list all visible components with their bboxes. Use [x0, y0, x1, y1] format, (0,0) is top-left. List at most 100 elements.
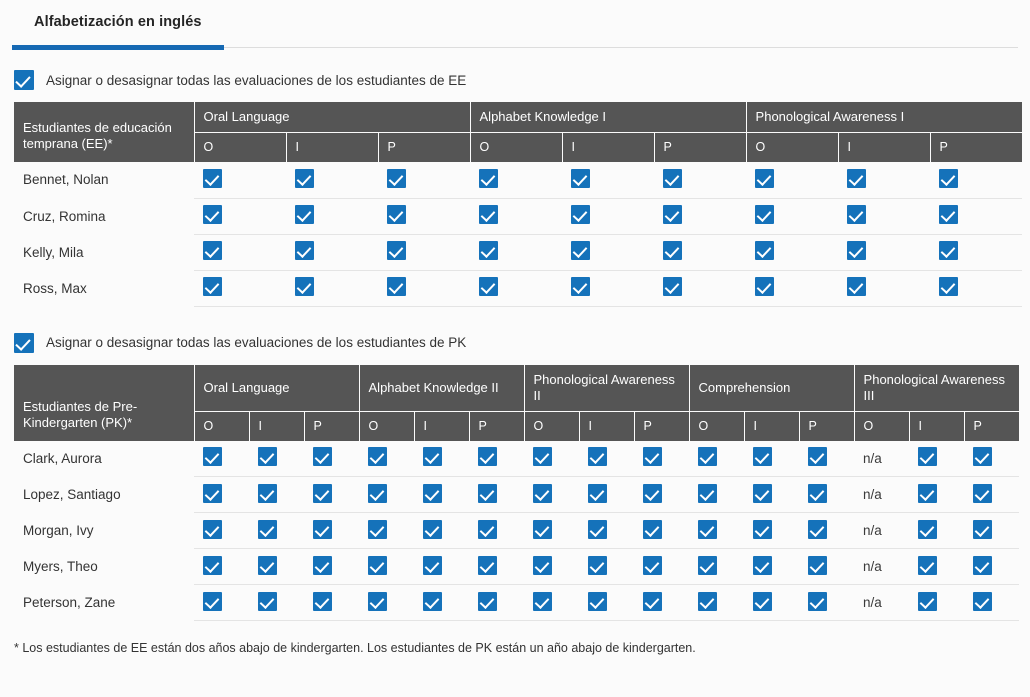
assessment-checkbox[interactable]: [847, 241, 867, 260]
assessment-checkbox[interactable]: [203, 168, 222, 188]
assessment-checkbox[interactable]: [698, 519, 718, 539]
assessment-checkbox[interactable]: [313, 519, 332, 539]
assessment-checkbox[interactable]: [479, 277, 499, 296]
assessment-checkbox[interactable]: [423, 447, 443, 467]
ee-select-all-checkbox[interactable]: [14, 70, 34, 90]
assessment-checkbox[interactable]: [939, 277, 959, 296]
assessment-checkbox[interactable]: [387, 277, 406, 296]
assessment-checkbox[interactable]: [939, 168, 959, 188]
assessment-checkbox[interactable]: [753, 519, 773, 539]
assessment-checkbox[interactable]: [203, 555, 222, 575]
assessment-checkbox[interactable]: [847, 168, 867, 188]
assessment-checkbox[interactable]: [588, 555, 608, 575]
assessment-checkbox[interactable]: [533, 519, 553, 539]
assessment-checkbox[interactable]: [295, 241, 314, 260]
assessment-checkbox[interactable]: [423, 591, 443, 611]
assessment-checkbox[interactable]: [643, 447, 663, 467]
assessment-checkbox[interactable]: [973, 591, 993, 611]
assessment-checkbox[interactable]: [203, 447, 222, 467]
assessment-checkbox[interactable]: [368, 519, 388, 539]
assessment-checkbox[interactable]: [368, 447, 388, 467]
assessment-checkbox[interactable]: [973, 555, 993, 575]
assessment-checkbox[interactable]: [643, 483, 663, 503]
assessment-checkbox[interactable]: [973, 519, 993, 539]
assessment-checkbox[interactable]: [203, 277, 222, 296]
assessment-checkbox[interactable]: [368, 591, 388, 611]
assessment-checkbox[interactable]: [755, 168, 775, 188]
assessment-checkbox[interactable]: [755, 205, 775, 224]
assessment-checkbox[interactable]: [571, 277, 591, 296]
assessment-checkbox[interactable]: [387, 168, 406, 188]
assessment-checkbox[interactable]: [753, 555, 773, 575]
assessment-checkbox[interactable]: [571, 205, 591, 224]
assessment-checkbox[interactable]: [698, 591, 718, 611]
assessment-checkbox[interactable]: [973, 447, 993, 467]
assessment-checkbox[interactable]: [295, 205, 314, 224]
assessment-checkbox[interactable]: [295, 277, 314, 296]
assessment-checkbox[interactable]: [533, 447, 553, 467]
assessment-checkbox[interactable]: [698, 483, 718, 503]
assessment-checkbox[interactable]: [258, 591, 277, 611]
assessment-checkbox[interactable]: [973, 483, 993, 503]
assessment-checkbox[interactable]: [571, 241, 591, 260]
assessment-checkbox[interactable]: [423, 483, 443, 503]
assessment-checkbox[interactable]: [313, 447, 332, 467]
assessment-checkbox[interactable]: [313, 483, 332, 503]
assessment-checkbox[interactable]: [663, 168, 683, 188]
assessment-checkbox[interactable]: [939, 205, 959, 224]
assessment-checkbox[interactable]: [368, 555, 388, 575]
assessment-checkbox[interactable]: [203, 519, 222, 539]
assessment-checkbox[interactable]: [203, 591, 222, 611]
assessment-checkbox[interactable]: [478, 591, 498, 611]
assessment-checkbox[interactable]: [478, 555, 498, 575]
assessment-checkbox[interactable]: [571, 168, 591, 188]
assessment-checkbox[interactable]: [478, 447, 498, 467]
assessment-checkbox[interactable]: [368, 483, 388, 503]
assessment-checkbox[interactable]: [313, 591, 332, 611]
assessment-checkbox[interactable]: [479, 241, 499, 260]
assessment-checkbox[interactable]: [918, 555, 938, 575]
assessment-checkbox[interactable]: [918, 447, 938, 467]
assessment-checkbox[interactable]: [387, 205, 406, 224]
assessment-checkbox[interactable]: [663, 205, 683, 224]
assessment-checkbox[interactable]: [918, 591, 938, 611]
assessment-checkbox[interactable]: [753, 447, 773, 467]
tab-english-literacy[interactable]: Alfabetización en inglés: [12, 0, 224, 50]
assessment-checkbox[interactable]: [423, 519, 443, 539]
assessment-checkbox[interactable]: [588, 447, 608, 467]
assessment-checkbox[interactable]: [643, 591, 663, 611]
assessment-checkbox[interactable]: [588, 483, 608, 503]
assessment-checkbox[interactable]: [847, 277, 867, 296]
assessment-checkbox[interactable]: [847, 205, 867, 224]
assessment-checkbox[interactable]: [588, 591, 608, 611]
assessment-checkbox[interactable]: [918, 519, 938, 539]
assessment-checkbox[interactable]: [643, 519, 663, 539]
assessment-checkbox[interactable]: [295, 168, 314, 188]
pk-select-all-checkbox[interactable]: [14, 332, 34, 353]
assessment-checkbox[interactable]: [698, 555, 718, 575]
assessment-checkbox[interactable]: [387, 241, 406, 260]
assessment-checkbox[interactable]: [423, 555, 443, 575]
assessment-checkbox[interactable]: [533, 483, 553, 503]
assessment-checkbox[interactable]: [588, 519, 608, 539]
assessment-checkbox[interactable]: [258, 483, 277, 503]
assessment-checkbox[interactable]: [755, 277, 775, 296]
assessment-checkbox[interactable]: [479, 168, 499, 188]
assessment-checkbox[interactable]: [808, 591, 828, 611]
assessment-checkbox[interactable]: [203, 241, 222, 260]
assessment-checkbox[interactable]: [663, 277, 683, 296]
assessment-checkbox[interactable]: [808, 519, 828, 539]
assessment-checkbox[interactable]: [753, 483, 773, 503]
assessment-checkbox[interactable]: [533, 555, 553, 575]
assessment-checkbox[interactable]: [663, 241, 683, 260]
assessment-checkbox[interactable]: [808, 447, 828, 467]
assessment-checkbox[interactable]: [258, 555, 277, 575]
assessment-checkbox[interactable]: [755, 241, 775, 260]
assessment-checkbox[interactable]: [478, 483, 498, 503]
assessment-checkbox[interactable]: [918, 483, 938, 503]
assessment-checkbox[interactable]: [478, 519, 498, 539]
assessment-checkbox[interactable]: [313, 555, 332, 575]
assessment-checkbox[interactable]: [698, 447, 718, 467]
assessment-checkbox[interactable]: [258, 447, 277, 467]
assessment-checkbox[interactable]: [753, 591, 773, 611]
